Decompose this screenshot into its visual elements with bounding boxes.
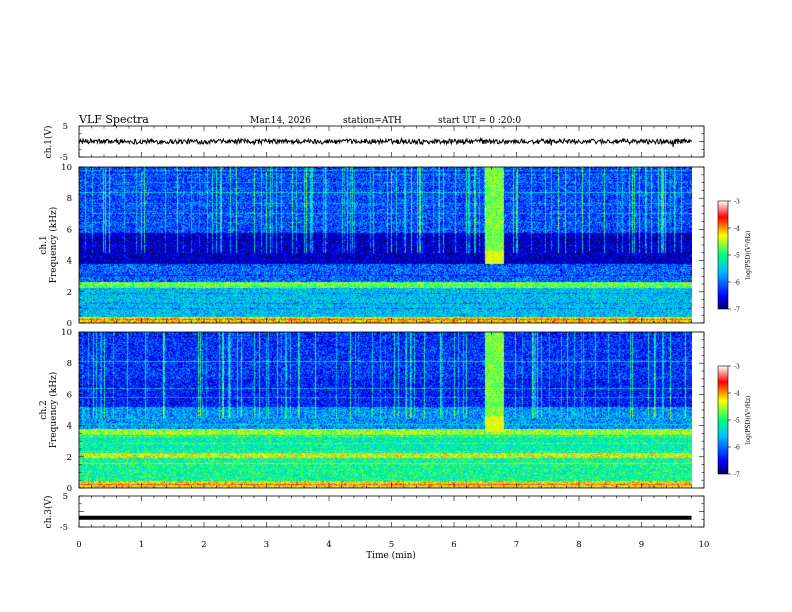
figure-title: VLF Spectra xyxy=(78,113,149,126)
ch3-ytick-bottom: -5 xyxy=(60,523,68,533)
date-label: Mar.14, 2026 xyxy=(250,116,311,126)
frequency-tick-label: 6 xyxy=(67,390,72,400)
colorbar-tick-label: -5 xyxy=(734,253,740,260)
time-tick-label: 6 xyxy=(451,540,456,550)
ch3-ytick-top: 5 xyxy=(63,492,68,502)
ch1-waveform-ylabel: ch.1(V) xyxy=(43,126,54,159)
colorbar-tick-label: -7 xyxy=(734,472,740,479)
frequency-tick-label: 4 xyxy=(67,257,72,267)
colorbar-tick-label: -4 xyxy=(734,391,740,398)
ch1-spectrogram-channel-label: ch.1 xyxy=(39,235,49,254)
frequency-tick-label: 6 xyxy=(67,225,72,235)
vlf-figure: VLF Spectra Mar.14, 2026 station=ATH sta… xyxy=(39,113,752,561)
ch1-spectrogram-yticklabels: 0246810 xyxy=(61,163,72,329)
colorbar-tick-label: -6 xyxy=(734,445,740,452)
ch2-colorbar-label: log(PSD)(V²/Hz) xyxy=(745,396,752,445)
ch2-spectrogram-yticklabels: 0246810 xyxy=(61,328,72,494)
ch2-spectrogram-panel: 0246810 ch.2 Frequency (kHz) xyxy=(39,328,705,494)
ch1-colorbar: -3 -4 -5 -6 -7 log(PSD)(V²/Hz) xyxy=(717,199,752,314)
time-tick-label: 3 xyxy=(264,540,269,550)
ch2-colorbar-bar xyxy=(717,365,729,475)
colorbar-tick-label: -5 xyxy=(734,418,740,425)
ch2-colorbar-ticks: -3 -4 -5 -6 -7 xyxy=(728,364,740,479)
ch1-colorbar-ticks: -3 -4 -5 -6 -7 xyxy=(728,199,740,314)
time-axis-label: Time (min) xyxy=(366,550,416,561)
ch2-spectrogram-image xyxy=(79,332,692,488)
ch1-colorbar-bar xyxy=(717,200,729,310)
frequency-tick-label: 2 xyxy=(67,288,72,298)
ch2-colorbar: -3 -4 -5 -6 -7 log(PSD)(V²/Hz) xyxy=(717,364,752,479)
frequency-tick-label: 10 xyxy=(61,163,72,173)
time-tick-label: 4 xyxy=(326,540,331,550)
start-ut-label: start UT = 0 :20:0 xyxy=(438,116,521,126)
ch1-spectrogram-panel: 0246810 ch.1 Frequency (kHz) xyxy=(39,163,705,329)
colorbar-tick-label: -7 xyxy=(734,307,740,314)
time-tick-label: 8 xyxy=(576,540,581,550)
colorbar-tick-label: -4 xyxy=(734,226,740,233)
frequency-tick-label: 8 xyxy=(67,194,72,204)
time-tick-label: 5 xyxy=(389,540,394,550)
time-tick-label: 1 xyxy=(139,540,144,550)
time-tick-label: 0 xyxy=(76,540,81,550)
time-axis-ticklabels: 0 1 2 3 4 5 6 7 8 9 10 xyxy=(76,540,709,550)
ch3-waveform-ylabel: ch.3(V) xyxy=(43,496,54,529)
ch1-colorbar-label: log(PSD)(V²/Hz) xyxy=(745,231,752,280)
frequency-tick-label: 8 xyxy=(67,359,72,369)
time-tick-label: 9 xyxy=(639,540,644,550)
ch1-waveform-panel: 5 -5 ch.1(V) xyxy=(43,122,705,163)
ch1-ytick-top: 5 xyxy=(63,122,68,132)
time-tick-label: 2 xyxy=(201,540,206,550)
time-tick-label: 7 xyxy=(514,540,519,550)
frequency-tick-label: 2 xyxy=(67,453,72,463)
ch1-ytick-bottom: -5 xyxy=(60,153,68,163)
ch1-spectrogram-ylabel: Frequency (kHz) xyxy=(48,207,59,284)
ch2-spectrogram-ylabel: Frequency (kHz) xyxy=(48,372,59,449)
colorbar-tick-label: -6 xyxy=(734,280,740,287)
frequency-tick-label: 4 xyxy=(67,422,72,432)
station-label: station=ATH xyxy=(343,116,402,126)
ch2-spectrogram-channel-label: ch.2 xyxy=(39,400,49,419)
ch3-waveform-panel: 5 -5 ch.3(V) xyxy=(43,492,705,533)
colorbar-tick-label: -3 xyxy=(734,364,740,371)
time-tick-label: 10 xyxy=(699,540,710,550)
ch1-spectrogram-image xyxy=(79,167,692,323)
frequency-tick-label: 10 xyxy=(61,328,72,338)
colorbar-tick-label: -3 xyxy=(734,199,740,206)
